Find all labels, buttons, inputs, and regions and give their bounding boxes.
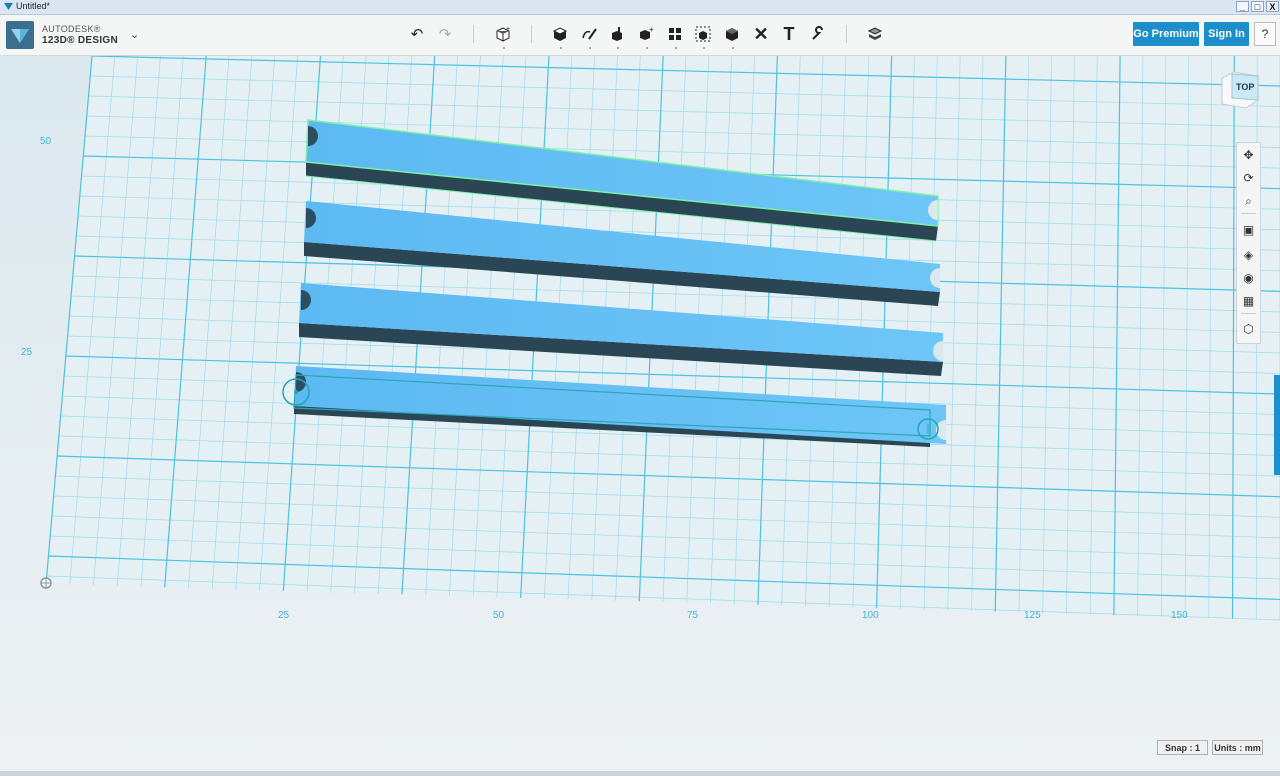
viewport-canvas[interactable]: 50 25 25 50 75 100 125 150 bbox=[0, 56, 1280, 771]
material-view-button[interactable]: ▦ bbox=[1237, 291, 1260, 311]
y-axis-label: 50 bbox=[40, 136, 52, 147]
orbit-button[interactable]: ⟳ bbox=[1237, 168, 1260, 188]
undo-icon: ↶ bbox=[410, 26, 424, 43]
sketch-button[interactable] bbox=[576, 21, 602, 49]
grouping-icon bbox=[669, 28, 681, 40]
nav-divider bbox=[1241, 213, 1256, 214]
side-panel-toggle[interactable] bbox=[1274, 375, 1280, 475]
sign-in-button[interactable]: Sign In bbox=[1204, 22, 1249, 46]
material-icon bbox=[726, 28, 738, 41]
navigation-bar: ✥ ⟳ ⌕ ▣ ◈ ◉ ▦ ⬡ bbox=[1236, 142, 1261, 344]
snap-view-button[interactable]: ⬡ bbox=[1237, 319, 1260, 339]
x-axis-label: 100 bbox=[862, 610, 879, 621]
minimize-button[interactable]: _ bbox=[1236, 1, 1249, 12]
x-axis-label: 125 bbox=[1024, 610, 1041, 621]
snap-setting[interactable]: Snap : 1 bbox=[1157, 740, 1208, 755]
taskbar bbox=[0, 771, 1280, 776]
app-menu-chevron-icon[interactable]: ⌄ bbox=[130, 28, 139, 41]
pattern-icon: + bbox=[640, 26, 654, 40]
primitives-button[interactable]: + bbox=[490, 21, 516, 49]
fit-icon: ▣ bbox=[1242, 223, 1255, 237]
visibility-button[interactable]: ◉ bbox=[1237, 268, 1260, 288]
units-setting[interactable]: Units : mm bbox=[1212, 740, 1263, 755]
undo-button[interactable]: ↶ bbox=[404, 21, 430, 47]
orbit-icon: ⟳ bbox=[1243, 171, 1254, 185]
view-button[interactable]: ◈ bbox=[1237, 245, 1260, 265]
svg-text:+: + bbox=[506, 26, 510, 33]
close-button[interactable]: X bbox=[1266, 1, 1279, 12]
pan-icon: ✥ bbox=[1243, 148, 1254, 162]
viewcube-face-label: TOP bbox=[1236, 82, 1255, 92]
redo-icon: ↷ bbox=[438, 26, 452, 43]
construct-button[interactable] bbox=[547, 21, 573, 49]
x-axis-label: 50 bbox=[493, 610, 505, 621]
redo-button[interactable]: ↷ bbox=[432, 21, 458, 47]
go-premium-button[interactable]: Go Premium bbox=[1133, 22, 1199, 46]
y-axis-label: 25 bbox=[21, 347, 33, 358]
zoom-button[interactable]: ⌕ bbox=[1237, 191, 1260, 211]
svg-text:+: + bbox=[649, 26, 654, 34]
material-button[interactable] bbox=[719, 21, 745, 49]
pattern-button[interactable]: + bbox=[633, 21, 659, 49]
toolbar-divider bbox=[846, 25, 847, 43]
snap-icon bbox=[812, 26, 823, 40]
visibility-icon: ◉ bbox=[1243, 271, 1254, 285]
window-titlebar: Untitled* _ □ X bbox=[0, 0, 1280, 15]
construct-icon bbox=[552, 27, 568, 41]
brand-company: AUTODESK® bbox=[42, 24, 101, 34]
app-toolbar: AUTODESK® 123D® DESIGN ⌄ ↶ ↷ + + ✕ T Go … bbox=[0, 15, 1280, 56]
window-title: Untitled* bbox=[16, 1, 51, 11]
zoom-icon: ⌕ bbox=[1245, 193, 1252, 208]
app-logo-icon[interactable] bbox=[6, 21, 34, 49]
toolbar-divider bbox=[473, 25, 474, 43]
x-axis-label: 25 bbox=[278, 610, 290, 621]
material-view-icon: ▦ bbox=[1242, 294, 1255, 308]
pan-button[interactable]: ✥ bbox=[1237, 145, 1260, 165]
primitives-icon: + bbox=[496, 26, 510, 42]
snap-button[interactable] bbox=[805, 21, 831, 47]
fit-button[interactable]: ▣ bbox=[1237, 220, 1260, 240]
grouping-button[interactable] bbox=[662, 21, 688, 49]
nav-divider bbox=[1241, 313, 1256, 314]
measure-icon: ✕ bbox=[753, 23, 769, 44]
modify-button[interactable] bbox=[604, 21, 630, 49]
view-icon: ◈ bbox=[1243, 248, 1254, 262]
sketch-icon bbox=[582, 28, 597, 40]
layers-button[interactable] bbox=[862, 21, 888, 47]
measure-button[interactable]: ✕ bbox=[748, 21, 774, 47]
x-axis-label: 150 bbox=[1171, 610, 1188, 621]
snap-view-icon: ⬡ bbox=[1243, 322, 1254, 336]
combine-icon bbox=[695, 26, 711, 42]
modify-icon bbox=[612, 27, 622, 41]
brand-product: 123D® DESIGN bbox=[42, 35, 118, 46]
toolbar-divider bbox=[531, 25, 532, 43]
x-axis-label: 75 bbox=[687, 610, 699, 621]
text-button[interactable]: T bbox=[776, 21, 802, 47]
viewcube[interactable]: TOP bbox=[1218, 70, 1260, 110]
app-window-icon bbox=[4, 2, 13, 11]
maximize-button[interactable]: □ bbox=[1251, 1, 1264, 12]
combine-button[interactable] bbox=[690, 21, 716, 49]
layers-icon bbox=[867, 27, 883, 40]
help-button[interactable]: ? bbox=[1254, 22, 1276, 46]
text-icon: T bbox=[783, 23, 795, 44]
